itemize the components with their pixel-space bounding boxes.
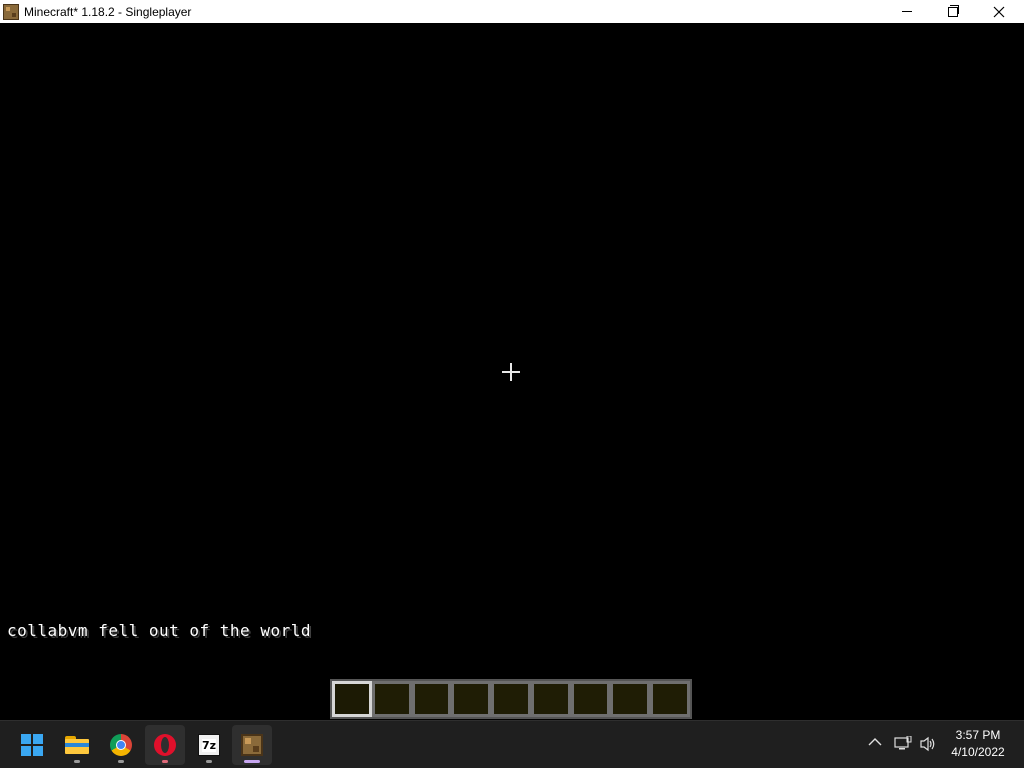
restore-icon bbox=[948, 4, 959, 17]
running-indicator bbox=[118, 760, 124, 763]
network-icon[interactable] bbox=[894, 735, 912, 756]
game-viewport[interactable]: collabvm fell out of the world bbox=[0, 23, 1024, 720]
hotbar-slot-2[interactable] bbox=[371, 681, 412, 717]
window-title: Minecraft* 1.18.2 - Singleplayer bbox=[24, 4, 192, 19]
running-indicator bbox=[206, 760, 212, 763]
hotbar-slot-9[interactable] bbox=[650, 681, 691, 717]
clock-time: 3:57 PM bbox=[955, 728, 1001, 742]
taskbar-minecraft[interactable] bbox=[232, 725, 272, 765]
running-indicator bbox=[74, 760, 80, 763]
show-hidden-icons-chevron-icon[interactable] bbox=[868, 735, 882, 751]
restore-button[interactable] bbox=[930, 0, 976, 23]
running-indicator bbox=[162, 760, 168, 763]
start-button[interactable] bbox=[12, 725, 52, 765]
volume-icon[interactable] bbox=[919, 736, 937, 756]
taskbar-7zip[interactable]: 7z bbox=[189, 725, 229, 765]
7zip-label: 7z bbox=[201, 738, 217, 752]
minecraft-icon bbox=[241, 734, 263, 756]
crosshair-icon bbox=[502, 363, 520, 381]
window-titlebar[interactable]: Minecraft* 1.18.2 - Singleplayer bbox=[0, 0, 1024, 23]
clock-date: 4/10/2022 bbox=[951, 745, 1005, 759]
taskbar-clock[interactable]: 3:57 PM 4/10/2022 bbox=[940, 727, 1016, 761]
hotbar-slot-6[interactable] bbox=[530, 681, 571, 717]
minimize-icon bbox=[902, 11, 912, 12]
minecraft-block-icon bbox=[3, 3, 19, 20]
folder-icon bbox=[65, 736, 89, 754]
7zip-icon: 7z bbox=[198, 734, 220, 756]
hotbar-slot-8[interactable] bbox=[610, 681, 651, 717]
taskbar-chrome[interactable] bbox=[101, 725, 141, 765]
hotbar-slot-3[interactable] bbox=[411, 681, 452, 717]
opera-icon bbox=[154, 734, 176, 756]
chat-message: collabvm fell out of the world bbox=[7, 621, 311, 640]
hotbar-slot-1[interactable] bbox=[332, 681, 372, 717]
hotbar-slot-7[interactable] bbox=[570, 681, 611, 717]
hotbar-slot-5[interactable] bbox=[491, 681, 531, 717]
minimize-button[interactable] bbox=[884, 0, 930, 23]
chrome-icon bbox=[110, 734, 132, 756]
hotbar-slot-4[interactable] bbox=[451, 681, 492, 717]
taskbar: 7z 3:57 PM 4/10/2022 bbox=[0, 720, 1024, 768]
active-indicator bbox=[244, 760, 260, 763]
windows-start-icon bbox=[21, 734, 43, 756]
hotbar[interactable] bbox=[330, 679, 692, 719]
taskbar-opera[interactable] bbox=[145, 725, 185, 765]
taskbar-file-explorer[interactable] bbox=[57, 725, 97, 765]
close-button[interactable] bbox=[976, 0, 1022, 23]
close-icon bbox=[993, 6, 1005, 17]
